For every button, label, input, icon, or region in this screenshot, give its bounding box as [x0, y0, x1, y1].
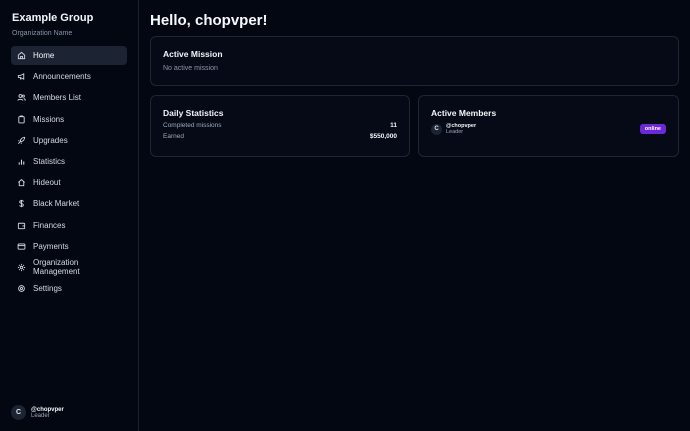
active-mission-card: Active Mission No active mission [150, 36, 679, 86]
card-title: Daily Statistics [163, 108, 224, 118]
sidebar-item-missions[interactable]: Missions [11, 110, 127, 129]
users-icon [17, 93, 26, 102]
sidebar: Example Group Organization Name Home Ann… [0, 0, 139, 431]
avatar: C [11, 405, 26, 420]
sidebar-item-home[interactable]: Home [11, 46, 127, 65]
gear-icon [17, 263, 26, 272]
sidebar-item-statistics[interactable]: Statistics [11, 152, 127, 171]
sidebar-item-label: Settings [33, 284, 62, 294]
daily-statistics-card: Daily Statistics Completed missions 11 E… [150, 95, 410, 157]
stat-earned: Earned $550,000 [163, 133, 397, 140]
org-subtitle: Organization Name [12, 30, 73, 37]
active-members-card: Active Members C @chopvper Leader online [418, 95, 679, 157]
sidebar-item-label: Payments [33, 241, 69, 251]
house-icon [17, 178, 26, 187]
mission-status-text: No active mission [163, 65, 218, 72]
sidebar-item-label: Finances [33, 220, 66, 230]
stat-value: $550,000 [369, 133, 397, 140]
org-title: Example Group [12, 12, 94, 24]
sidebar-item-hideout[interactable]: Hideout [11, 173, 127, 192]
sidebar-item-label: Black Market [33, 199, 80, 209]
sidebar-item-upgrades[interactable]: Upgrades [11, 131, 127, 150]
sidebar-item-label: Statistics [33, 156, 66, 166]
sidebar-item-finances[interactable]: Finances [11, 216, 127, 235]
stat-label: Completed missions [163, 122, 222, 129]
stat-completed-missions: Completed missions 11 [163, 122, 397, 129]
sidebar-item-label: Upgrades [33, 135, 68, 145]
user-profile[interactable]: C @chopvper Leader [11, 405, 64, 420]
credit-card-icon [17, 242, 26, 251]
sidebar-item-members-list[interactable]: Members List [11, 88, 127, 107]
megaphone-icon [17, 72, 26, 81]
sidebar-item-organization-management[interactable]: Organization Management [11, 258, 127, 277]
cards-row: Daily Statistics Completed missions 11 E… [150, 95, 679, 157]
main-content: Hello, chopvper! Active Mission No activ… [139, 0, 690, 431]
wallet-icon [17, 221, 26, 230]
sidebar-item-settings[interactable]: Settings [11, 279, 127, 298]
list-item[interactable]: C @chopvper Leader online [431, 123, 666, 135]
app-root: Example Group Organization Name Home Ann… [0, 0, 690, 431]
sidebar-item-label: Members List [33, 93, 82, 103]
status-badge: online [639, 124, 666, 134]
avatar: C [431, 123, 442, 135]
home-icon [17, 51, 26, 60]
sidebar-item-black-market[interactable]: Black Market [11, 194, 127, 213]
rocket-icon [17, 136, 26, 145]
sidebar-item-label: Announcements [33, 72, 91, 82]
page-title: Hello, chopvper! [150, 12, 268, 29]
clipboard-icon [17, 115, 26, 124]
sidebar-item-label: Missions [33, 114, 65, 124]
settings-icon [17, 284, 26, 293]
bar-chart-icon [17, 157, 26, 166]
card-title: Active Members [431, 108, 497, 118]
sidebar-nav: Home Announcements Members List Missions [0, 46, 138, 300]
stat-value: 11 [390, 122, 397, 129]
user-name: @chopvper [31, 406, 64, 413]
user-role: Leader [31, 412, 50, 419]
card-title: Active Mission [163, 49, 223, 59]
sidebar-item-label: Organization Management [33, 258, 80, 277]
dollar-icon [17, 199, 26, 208]
member-role: Leader [446, 129, 464, 135]
sidebar-item-payments[interactable]: Payments [11, 237, 127, 256]
sidebar-item-label: Home [33, 51, 55, 60]
stat-label: Earned [163, 133, 184, 140]
sidebar-item-announcements[interactable]: Announcements [11, 67, 127, 86]
sidebar-item-label: Hideout [33, 178, 61, 188]
